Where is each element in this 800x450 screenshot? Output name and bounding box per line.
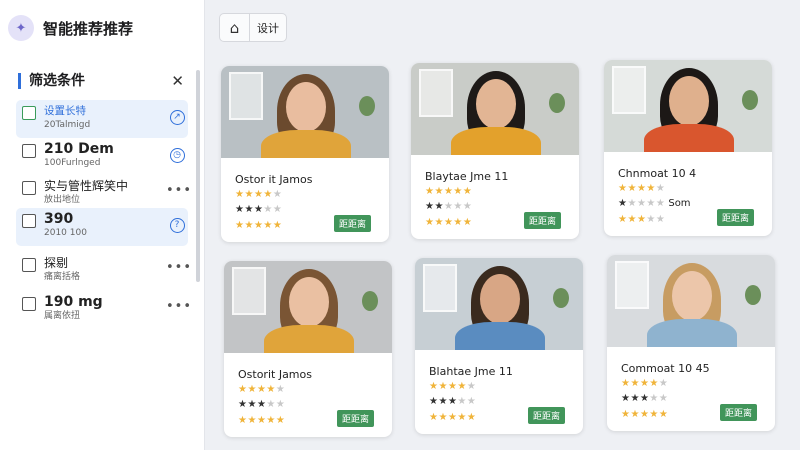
filter-item-label: 设置长特 [44, 105, 86, 117]
close-icon[interactable]: ✕ [171, 72, 184, 90]
profile-photo [607, 255, 775, 347]
more-icon[interactable]: ••• [166, 299, 192, 314]
profile-name: Ostorit Jamos [238, 368, 312, 381]
filter-item[interactable]: 190 mg 属离依扭 ••• [16, 291, 191, 329]
info-circle-icon[interactable]: ? [169, 218, 185, 233]
profile-name: Commoat 10 45 [621, 362, 710, 375]
brand: ✦ 智能推荐推荐 [8, 15, 133, 41]
rating-stars: ★★★★★ [621, 378, 669, 389]
filter-item[interactable]: 设置长特 20Talmigd ↗ [16, 100, 188, 138]
filter-item-sub: 100Furlnged [44, 158, 101, 168]
profile-photo [411, 63, 579, 155]
profile-photo [221, 66, 389, 158]
filter-item-label: 探剔 [44, 256, 69, 270]
rating-stars: ★★★★★ [621, 409, 669, 420]
settings-button[interactable]: 设计 [250, 14, 286, 41]
filter-item-sub: 属离依扭 [44, 311, 81, 321]
profile-name: Ostor it Jamos [235, 173, 313, 186]
rating-stars: ★★★★★ [621, 393, 669, 404]
filter-item-sub: 20Talmigd [44, 120, 91, 130]
profile-name: Chnmoat 10 4 [618, 167, 697, 180]
clock-circle-icon[interactable]: ◷ [169, 148, 185, 163]
rating-stars: ★★★★★ [238, 415, 286, 426]
filter-title: 筛选条件 [18, 73, 85, 89]
profile-card[interactable]: Ostor it Jamos ★★★★★ ★★★★★ ★★★★★ 距距离 [221, 66, 389, 242]
filter-checkbox[interactable] [22, 181, 36, 195]
filter-item-sub: 放出地位 [44, 195, 81, 205]
profile-name: Blaytae Jme 11 [425, 170, 509, 183]
filter-item[interactable]: 210 Dem 100Furlnged ◷ [16, 138, 188, 176]
toolbar: ⌂ 设计 [219, 13, 287, 42]
filter-checkbox[interactable] [22, 144, 36, 158]
profile-card[interactable]: Chnmoat 10 4 ★★★★★ ★★★★★ Som ★★★★★ 距距离 [604, 60, 772, 236]
rating-stars: ★★★★★ [425, 186, 473, 197]
profile-photo [415, 258, 583, 350]
rating-stars: ★★★★★ [235, 204, 283, 215]
profile-name: Blahtae Jme 11 [429, 365, 513, 378]
filter-checkbox[interactable] [22, 106, 36, 120]
sparkle-icon: ✦ [8, 15, 34, 41]
rating-stars: ★★★★★ [238, 399, 286, 410]
filter-item-label: 390 [44, 211, 74, 227]
sidebar-scrollbar[interactable] [196, 70, 200, 282]
arrow-circle-icon[interactable]: ↗ [169, 110, 185, 125]
distance-tag[interactable]: 距距离 [523, 212, 561, 229]
more-icon[interactable]: ••• [166, 183, 192, 198]
rating-stars: ★★★★★ [238, 384, 286, 395]
rating-stars: ★★★★★ [429, 381, 477, 392]
sidebar: ✦ 智能推荐推荐 筛选条件 ✕ 设置长特 20Talmigd ↗ 210 Dem… [0, 0, 205, 450]
rating-label: Som [668, 198, 691, 209]
filter-checkbox[interactable] [22, 214, 36, 228]
profile-card[interactable]: Blahtae Jme 11 ★★★★★ ★★★★★ ★★★★★ 距距离 [415, 258, 583, 434]
distance-tag[interactable]: 距距离 [527, 407, 565, 424]
rating-stars: ★★★★★ [429, 396, 477, 407]
rating-stars: ★★★★★ [235, 189, 283, 200]
rating-stars: ★★★★★ [235, 220, 283, 231]
filter-checkbox[interactable] [22, 297, 36, 311]
filter-item[interactable]: 探剔 痛离括格 ••• [16, 252, 191, 290]
filter-item-label: 190 mg [44, 294, 103, 310]
filter-item[interactable]: 390 2010 100 ? [16, 208, 188, 246]
rating-stars: ★★★★★ [618, 214, 666, 225]
filter-item-sub: 痛离括格 [44, 272, 81, 282]
profile-card[interactable]: Ostorit Jamos ★★★★★ ★★★★★ ★★★★★ 距距离 [224, 261, 392, 437]
rating-stars: ★★★★★ [425, 201, 473, 212]
filter-header: 筛选条件 ✕ [18, 72, 184, 90]
profile-card[interactable]: Commoat 10 45 ★★★★★ ★★★★★ ★★★★★ 距距离 [607, 255, 775, 431]
distance-tag[interactable]: 距距离 [333, 215, 371, 232]
app-title: 智能推荐推荐 [43, 19, 134, 38]
filter-checkbox[interactable] [22, 258, 36, 272]
profile-card[interactable]: Blaytae Jme 11 ★★★★★ ★★★★★ ★★★★★ 距距离 [411, 63, 579, 239]
rating-stars: ★★★★★ [618, 183, 666, 194]
filter-item-label: 实与管性辉笑中 [44, 179, 129, 193]
distance-tag[interactable]: 距距离 [336, 410, 374, 427]
filter-item-sub: 2010 100 [44, 228, 87, 238]
profile-photo [604, 60, 772, 152]
more-icon[interactable]: ••• [166, 260, 192, 275]
distance-tag[interactable]: 距距离 [716, 209, 754, 226]
rating-stars: ★★★★★ [429, 412, 477, 423]
rating-stars: ★★★★★ Som [618, 198, 691, 209]
filter-item-label: 210 Dem [44, 141, 114, 157]
home-icon[interactable]: ⌂ [220, 14, 250, 41]
profile-photo [224, 261, 392, 353]
distance-tag[interactable]: 距距离 [719, 404, 757, 421]
rating-stars: ★★★★★ [425, 217, 473, 228]
